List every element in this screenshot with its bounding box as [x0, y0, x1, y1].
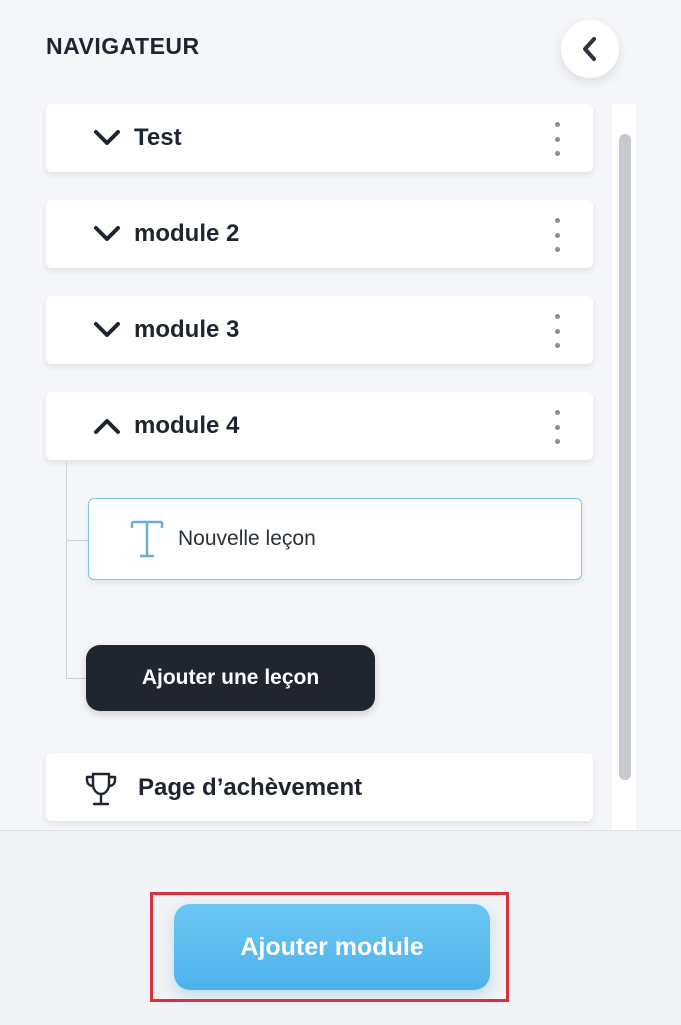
add-module-button[interactable]: Ajouter module: [174, 904, 490, 990]
lesson-label: Nouvelle leçon: [178, 527, 316, 550]
scrollbar-thumb[interactable]: [619, 134, 631, 780]
chevron-left-icon: [583, 37, 596, 61]
module-item-module-4[interactable]: module 4: [46, 392, 593, 460]
module-item-module-3[interactable]: module 3: [46, 296, 593, 364]
module-label: module 4: [134, 412, 240, 439]
kebab-menu-icon[interactable]: [545, 410, 569, 444]
trophy-icon: [85, 772, 117, 806]
completion-page-label: Page d’achèvement: [138, 774, 363, 801]
module-item-test[interactable]: Test: [46, 104, 593, 172]
tree-connector: [66, 462, 67, 679]
kebab-menu-icon[interactable]: [545, 314, 569, 348]
module-label: Test: [134, 124, 182, 151]
panel-title: NAVIGATEUR: [46, 33, 200, 59]
module-label: module 3: [134, 316, 240, 343]
chevron-down-icon[interactable]: [92, 126, 122, 150]
chevron-down-icon[interactable]: [92, 222, 122, 246]
kebab-menu-icon[interactable]: [545, 122, 569, 156]
lesson-item[interactable]: Nouvelle leçon: [88, 498, 582, 580]
chevron-down-icon[interactable]: [92, 318, 122, 342]
chevron-up-icon[interactable]: [92, 414, 122, 438]
tree-connector: [66, 540, 88, 541]
add-lesson-button[interactable]: Ajouter une leçon: [86, 645, 375, 711]
kebab-menu-icon[interactable]: [545, 218, 569, 252]
text-icon: [130, 520, 164, 558]
module-label: module 2: [134, 220, 240, 247]
completion-page-item[interactable]: Page d’achèvement: [46, 753, 593, 821]
tree-connector: [66, 678, 88, 679]
module-item-module-2[interactable]: module 2: [46, 200, 593, 268]
collapse-panel-button[interactable]: [561, 20, 619, 78]
